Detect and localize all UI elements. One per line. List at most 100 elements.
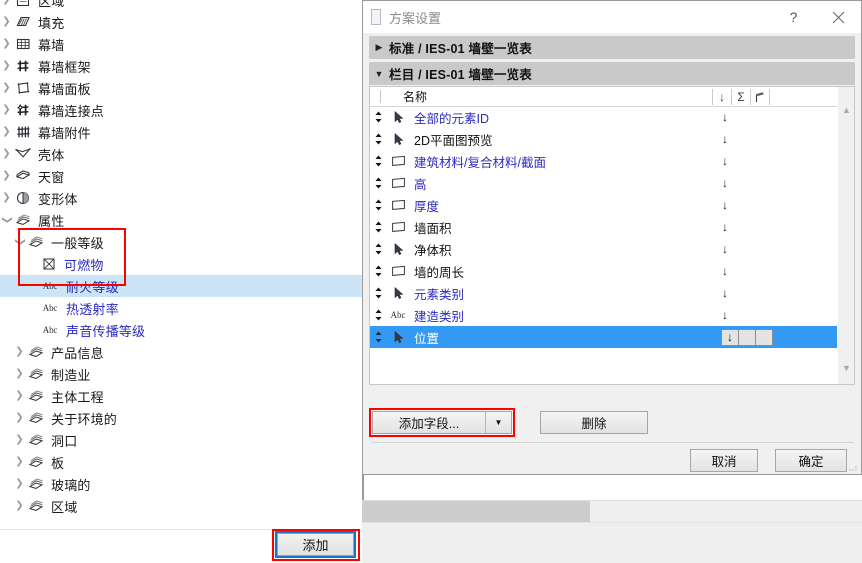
tree-item-6[interactable]: ❯ 幕墙附件	[0, 121, 362, 143]
drag-handle-icon[interactable]	[370, 308, 386, 322]
chevron-right-icon[interactable]: ❯	[13, 413, 26, 423]
sum-cell[interactable]	[734, 150, 752, 172]
tree-item-0[interactable]: ❯ 区域	[0, 0, 362, 11]
sum-cell[interactable]	[734, 282, 752, 304]
chevron-right-icon[interactable]: ❯	[0, 39, 13, 49]
chevron-right-icon[interactable]: ❯	[13, 457, 26, 467]
flag-toggle-icon[interactable]	[755, 328, 773, 346]
flag-cell[interactable]	[752, 106, 770, 128]
tree-item-18[interactable]: ❯ 主体工程	[0, 385, 362, 407]
chevron-right-icon[interactable]: ❯	[13, 435, 26, 445]
list-row[interactable]: 高 ↓	[370, 172, 854, 194]
sort-indicator-icon[interactable]: ↓	[716, 282, 734, 304]
tree-item-23[interactable]: ❯ 区域	[0, 495, 362, 517]
list-row[interactable]: 全部的元素ID ↓	[370, 106, 854, 128]
chevron-right-icon[interactable]: ❯	[0, 17, 13, 27]
chevron-down-icon[interactable]: ❯	[15, 236, 26, 249]
tree-item-15[interactable]: Abc 声音传播等级	[0, 319, 362, 341]
chevron-right-icon[interactable]: ❯	[0, 171, 13, 181]
sort-indicator-icon[interactable]: ↓	[716, 194, 734, 216]
flag-cell[interactable]	[752, 282, 770, 304]
sum-cell[interactable]	[734, 238, 752, 260]
sum-icon[interactable]: Σ	[731, 89, 750, 105]
sort-indicator-icon[interactable]: ↓	[716, 172, 734, 194]
list-row[interactable]: 墙面积 ↓	[370, 216, 854, 238]
list-scrollbar[interactable]: ▲ ▼	[837, 87, 854, 384]
chevron-right-icon[interactable]: ❯	[0, 0, 13, 5]
flag-cell[interactable]	[752, 304, 770, 326]
tree-item-13[interactable]: Abc 耐火等级	[0, 275, 362, 297]
sort-toggle-icon[interactable]: ↓	[721, 328, 739, 346]
tree-item-7[interactable]: ❯ 壳体	[0, 143, 362, 165]
chevron-right-icon[interactable]: ❯	[13, 347, 26, 357]
tree-item-9[interactable]: ❯ 变形体	[0, 187, 362, 209]
sort-indicator-icon[interactable]: ↓	[716, 238, 734, 260]
cancel-button[interactable]: 取消	[690, 449, 758, 472]
flag-cell[interactable]	[752, 260, 770, 282]
add-field-dropdown-icon[interactable]: ▼	[485, 412, 511, 433]
list-row[interactable]: 2D平面图预览 ↓	[370, 128, 854, 150]
tree-item-5[interactable]: ❯ 幕墙连接点	[0, 99, 362, 121]
chevron-right-icon[interactable]: ❯	[0, 149, 13, 159]
property-tree-panel[interactable]: ❯ 区域 ❯ 填充 ❯ 幕墙 ❯ 幕墙框架 ❯ 幕墙面板 ❯ 幕墙连接点 ❯ 幕墙附件 ❯ 壳体 ❯ 天窗 ❯ 变形体…	[0, 0, 362, 529]
tree-item-11[interactable]: ❯ 一般等级	[0, 231, 362, 253]
sort-indicator-icon[interactable]: ↓	[716, 216, 734, 238]
list-row[interactable]: 元素类别 ↓	[370, 282, 854, 304]
tree-item-4[interactable]: ❯ 幕墙面板	[0, 77, 362, 99]
list-row[interactable]: 厚度 ↓	[370, 194, 854, 216]
sort-indicator-icon[interactable]: ↓	[716, 304, 734, 326]
chevron-right-icon[interactable]: ❯	[0, 127, 13, 137]
drag-handle-icon[interactable]	[370, 330, 386, 344]
list-row[interactable]: Abc 建造类别 ↓	[370, 304, 854, 326]
sort-indicator-icon[interactable]: ↓	[716, 128, 734, 150]
list-row[interactable]: 位置 ↓	[370, 326, 854, 348]
flag-cell[interactable]	[752, 216, 770, 238]
chevron-right-icon[interactable]: ❯	[0, 61, 13, 71]
resize-grip-icon[interactable]	[848, 462, 858, 472]
drag-handle-icon[interactable]	[370, 110, 386, 124]
help-icon[interactable]: ?	[771, 1, 816, 33]
scroll-down-icon[interactable]: ▼	[838, 359, 854, 376]
flag-cell[interactable]	[752, 194, 770, 216]
tree-item-19[interactable]: ❯ 关于环境的	[0, 407, 362, 429]
chevron-right-icon[interactable]: ❯	[13, 391, 26, 401]
tree-item-12[interactable]: 可燃物	[0, 253, 362, 275]
tree-item-10[interactable]: ❯ 属性	[0, 209, 362, 231]
drag-handle-icon[interactable]	[370, 176, 386, 190]
sort-descending-icon[interactable]: ↓	[712, 89, 731, 105]
sum-cell[interactable]	[734, 128, 752, 150]
drag-handle-icon[interactable]	[370, 154, 386, 168]
flag-cell[interactable]	[752, 150, 770, 172]
sum-cell[interactable]	[734, 216, 752, 238]
flag-icon[interactable]	[750, 89, 770, 105]
sort-indicator-icon[interactable]: ↓	[716, 150, 734, 172]
chevron-right-icon[interactable]: ❯	[0, 193, 13, 203]
section-header-standard[interactable]: ▶ 标准 / IES-01 墙壁一览表	[369, 36, 855, 59]
ok-button[interactable]: 确定	[775, 449, 847, 472]
flag-cell[interactable]	[752, 172, 770, 194]
list-row[interactable]: 墙的周长 ↓	[370, 260, 854, 282]
columns-list[interactable]: 名称 ↓ Σ 全部的元素ID ↓ 2D平面图预览 ↓ 建筑材料/复合材料/截面 ↓ 高 ↓ 厚度…	[369, 86, 855, 385]
sum-cell[interactable]	[734, 194, 752, 216]
tree-item-14[interactable]: Abc 热透射率	[0, 297, 362, 319]
sum-cell[interactable]	[734, 106, 752, 128]
tree-item-2[interactable]: ❯ 幕墙	[0, 33, 362, 55]
tree-item-1[interactable]: ❯ 填充	[0, 11, 362, 33]
sum-cell[interactable]	[734, 304, 752, 326]
sort-indicator-icon[interactable]: ↓	[716, 260, 734, 282]
flag-cell[interactable]	[752, 238, 770, 260]
chevron-right-icon[interactable]: ❯	[13, 501, 26, 511]
tree-item-20[interactable]: ❯ 洞口	[0, 429, 362, 451]
chevron-right-icon[interactable]: ❯	[0, 83, 13, 93]
tree-item-8[interactable]: ❯ 天窗	[0, 165, 362, 187]
chevron-right-icon[interactable]: ❯	[13, 369, 26, 379]
sort-indicator-icon[interactable]: ↓	[716, 106, 734, 128]
delete-button[interactable]: 删除	[540, 411, 648, 434]
tree-item-3[interactable]: ❯ 幕墙框架	[0, 55, 362, 77]
tree-item-16[interactable]: ❯ 产品信息	[0, 341, 362, 363]
sum-cell[interactable]	[734, 260, 752, 282]
drag-handle-icon[interactable]	[370, 220, 386, 234]
drag-handle-icon[interactable]	[370, 132, 386, 146]
tree-item-21[interactable]: ❯ 板	[0, 451, 362, 473]
add-field-button[interactable]: 添加字段... ▼	[372, 411, 512, 434]
